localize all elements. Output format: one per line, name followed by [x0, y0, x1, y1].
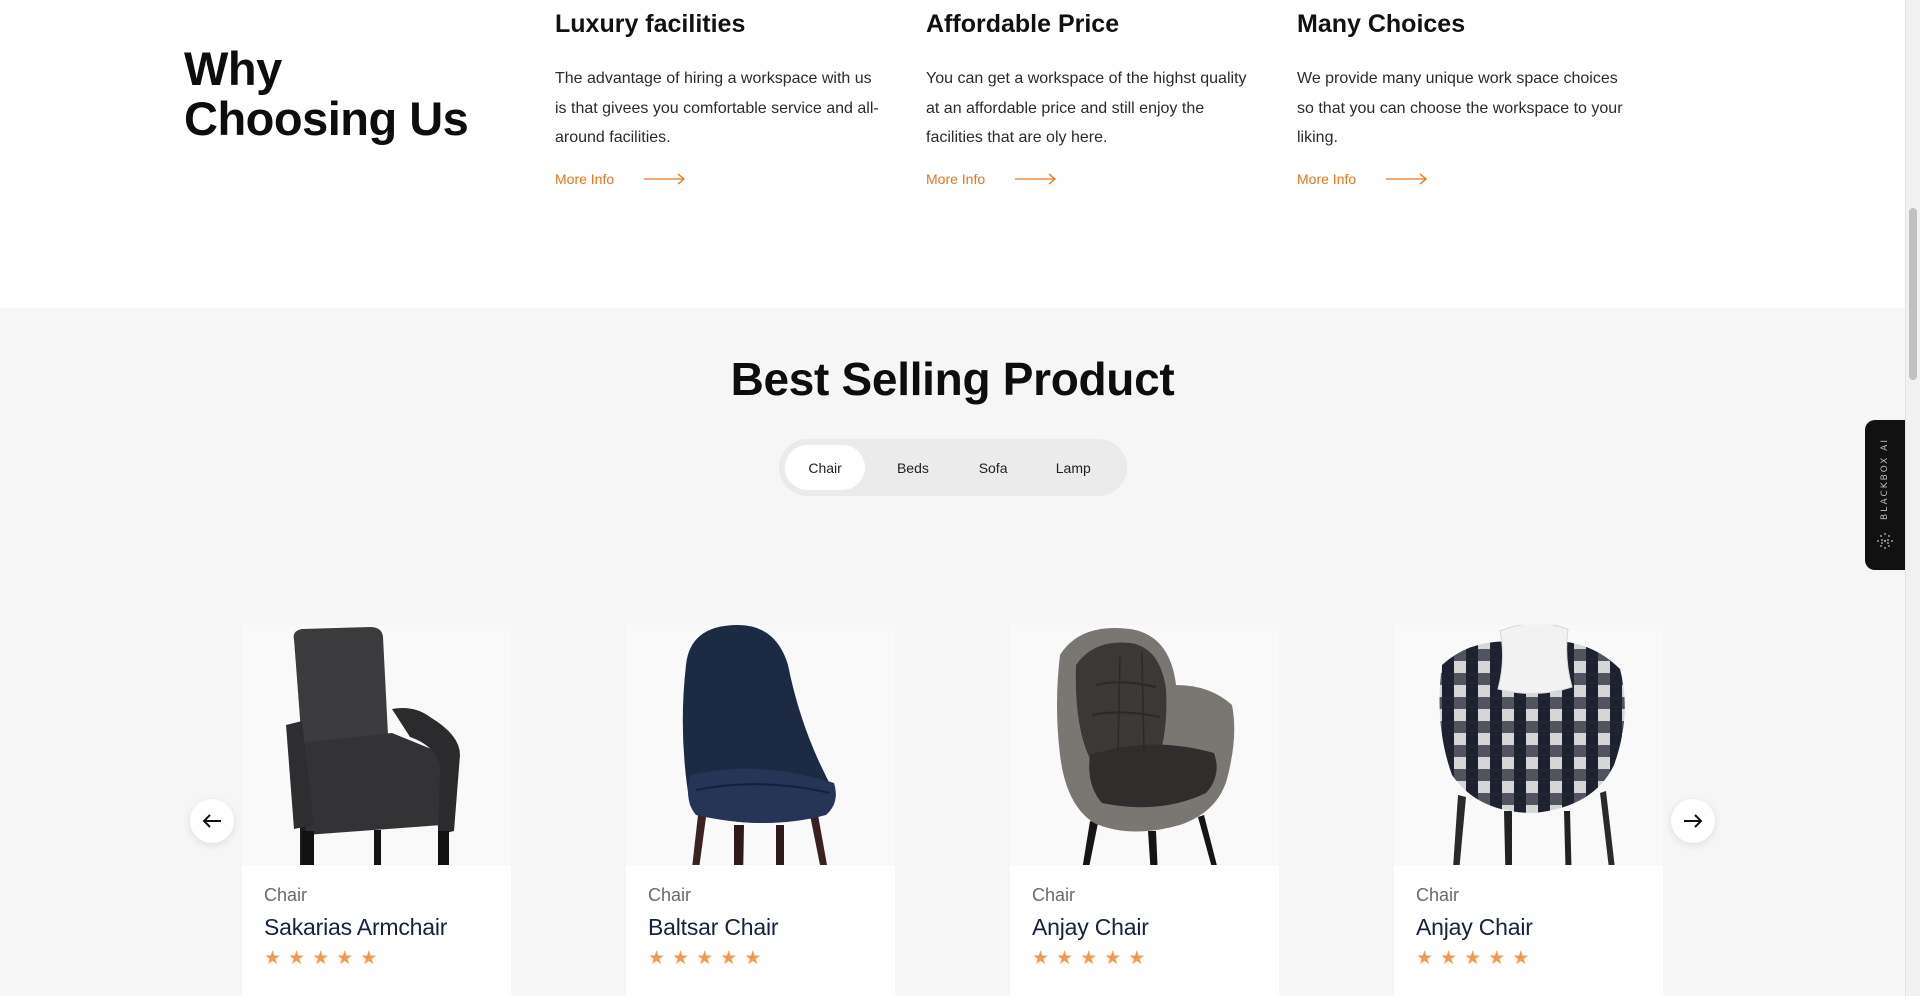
product-category: Chair — [264, 885, 308, 905]
product-card[interactable]: Chair Anjay Chair ★ ★ ★ ★ ★ — [1394, 625, 1663, 996]
rating-stars: ★ ★ ★ ★ ★ — [1032, 949, 1257, 968]
feature-text: You can get a workspace of the highst qu… — [926, 70, 1247, 146]
product-info: Chair Anjay Chair ★ ★ ★ ★ ★ — [1394, 865, 1663, 996]
product-category: Chair — [1416, 885, 1460, 905]
star-icon: ★ — [672, 948, 690, 969]
long-arrow-right-icon — [1015, 173, 1057, 184]
star-icon: ★ — [1128, 948, 1146, 969]
rating-stars: ★ ★ ★ ★ ★ — [648, 949, 873, 968]
more-info-label[interactable]: More Info — [555, 171, 614, 187]
star-icon: ★ — [1032, 948, 1050, 969]
more-info-label[interactable]: More Info — [926, 171, 985, 187]
star-icon: ★ — [360, 948, 378, 969]
why-choosing-section: Why Choosing Us Luxury facilities The ad… — [0, 0, 1905, 308]
tab-chair[interactable]: Chair — [785, 445, 866, 490]
product-info: Chair Sakarias Armchair ★ ★ ★ ★ ★ — [242, 865, 511, 996]
star-icon: ★ — [720, 948, 738, 969]
carousel-next-button[interactable] — [1671, 799, 1715, 843]
more-info-label[interactable]: More Info — [1297, 171, 1356, 187]
product-card[interactable]: Chair Baltsar Chair ★ ★ ★ ★ ★ — [626, 625, 895, 996]
best-selling-section: Best Selling Product Chair Beds Sofa Lam… — [0, 308, 1905, 996]
star-icon: ★ — [1416, 948, 1434, 969]
product-name[interactable]: Anjay Chair — [1032, 914, 1257, 941]
star-icon: ★ — [288, 948, 306, 969]
arrow-left-icon — [202, 814, 221, 828]
feature-title: Luxury facilities — [555, 10, 746, 38]
product-info: Chair Baltsar Chair ★ ★ ★ ★ ★ — [626, 865, 895, 996]
feature-text: The advantage of hiring a workspace with… — [555, 70, 879, 146]
feature-text: We provide many unique work space choice… — [1297, 70, 1623, 146]
rating-stars: ★ ★ ★ ★ ★ — [1416, 949, 1641, 968]
star-icon: ★ — [1056, 948, 1074, 969]
star-icon: ★ — [1104, 948, 1122, 969]
widget-label: BLACKBOX AI — [1880, 438, 1890, 520]
arrow-right-icon — [1684, 814, 1703, 828]
star-icon: ★ — [1512, 948, 1530, 969]
product-name[interactable]: Anjay Chair — [1416, 914, 1641, 941]
more-info-link[interactable]: More Info — [926, 171, 1256, 187]
product-name[interactable]: Baltsar Chair — [648, 914, 873, 941]
star-icon: ★ — [696, 948, 714, 969]
tab-sofa[interactable]: Sofa — [961, 445, 1026, 490]
product-info: Chair Anjay Chair ★ ★ ★ ★ ★ — [1010, 865, 1279, 996]
scrollbar-thumb[interactable] — [1909, 208, 1917, 380]
star-icon: ★ — [744, 948, 762, 969]
star-icon: ★ — [312, 948, 330, 969]
dots-grid-icon — [1877, 533, 1893, 549]
why-choosing-title: Why Choosing Us — [184, 42, 469, 145]
tab-beds[interactable]: Beds — [865, 445, 960, 490]
star-icon: ★ — [264, 948, 282, 969]
feature-choices: Many Choices We provide many unique work… — [1297, 6, 1627, 187]
page-scrollbar[interactable] — [1905, 0, 1920, 996]
star-icon: ★ — [1464, 948, 1482, 969]
star-icon: ★ — [1488, 948, 1506, 969]
product-card[interactable]: Chair Sakarias Armchair ★ ★ ★ ★ ★ — [242, 625, 511, 996]
product-category: Chair — [648, 885, 692, 905]
tab-lamp[interactable]: Lamp — [1026, 445, 1121, 490]
star-icon: ★ — [336, 948, 354, 969]
feature-title: Affordable Price — [926, 10, 1120, 38]
rating-stars: ★ ★ ★ ★ ★ — [264, 949, 489, 968]
long-arrow-right-icon — [644, 173, 686, 184]
star-icon: ★ — [1440, 948, 1458, 969]
feature-luxury: Luxury facilities The advantage of hirin… — [555, 6, 885, 187]
feature-title: Many Choices — [1297, 10, 1466, 38]
product-category: Chair — [1032, 885, 1076, 905]
carousel-prev-button[interactable] — [190, 799, 234, 843]
long-arrow-right-icon — [1386, 173, 1428, 184]
best-selling-title: Best Selling Product — [730, 353, 1175, 405]
star-icon: ★ — [1080, 948, 1098, 969]
category-tabs: Chair Beds Sofa Lamp — [779, 439, 1127, 496]
blackbox-ai-widget[interactable]: BLACKBOX AI — [1865, 420, 1905, 570]
feature-price: Affordable Price You can get a workspace… — [926, 6, 1256, 187]
more-info-link[interactable]: More Info — [555, 171, 885, 187]
product-card[interactable]: Chair Anjay Chair ★ ★ ★ ★ ★ — [1010, 625, 1279, 996]
product-name[interactable]: Sakarias Armchair — [264, 914, 489, 941]
more-info-link[interactable]: More Info — [1297, 171, 1627, 187]
star-icon: ★ — [648, 948, 666, 969]
